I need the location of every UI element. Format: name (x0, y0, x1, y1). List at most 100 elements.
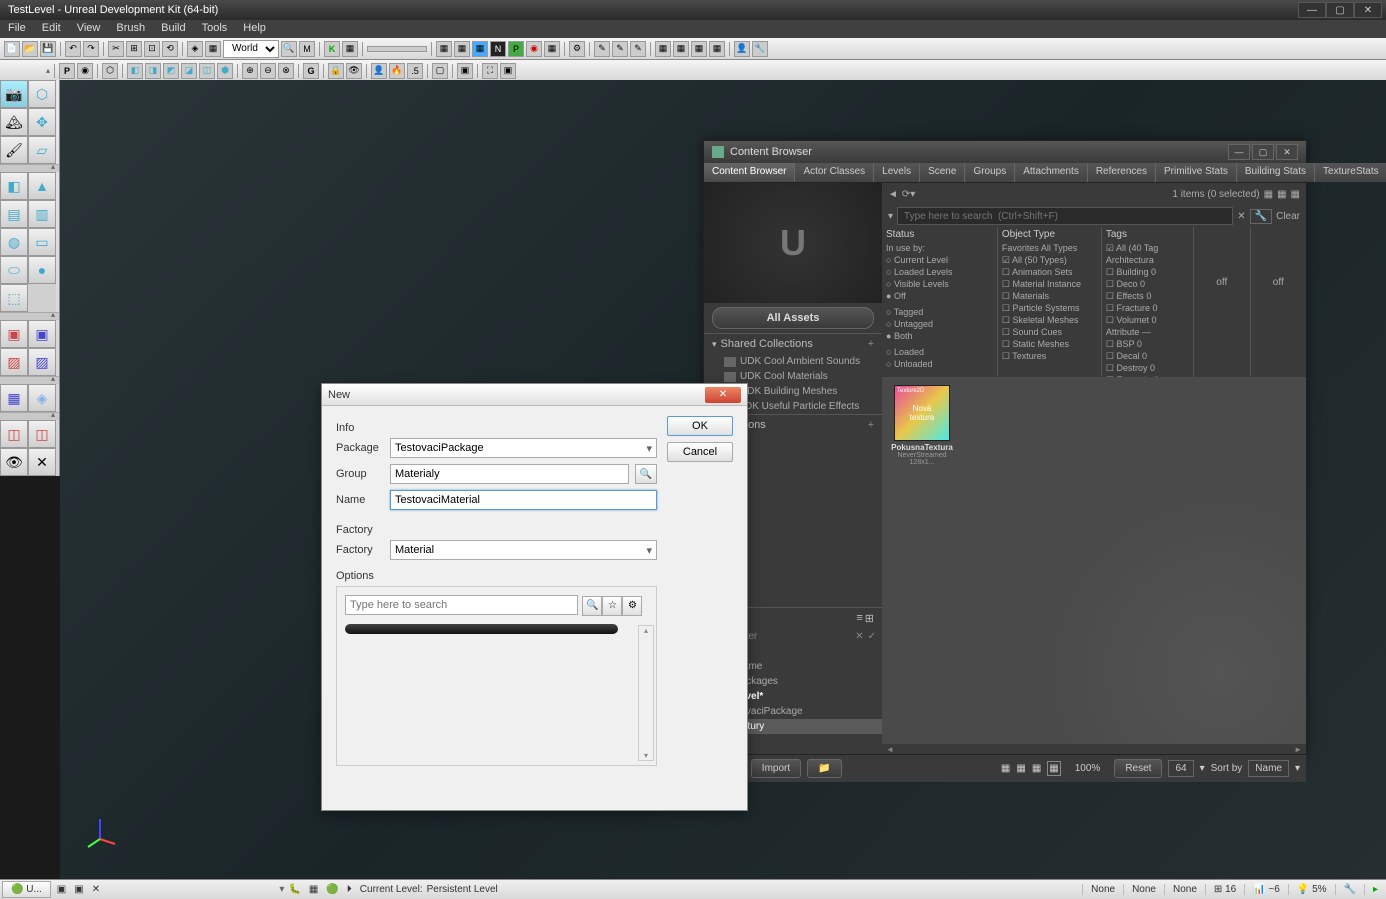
group-input[interactable] (390, 464, 629, 484)
tool-icon[interactable]: ◉ (77, 63, 93, 79)
ok-button[interactable]: OK (667, 416, 733, 436)
close-button[interactable]: ✕ (1354, 2, 1382, 18)
tab-scene[interactable]: Scene (920, 163, 965, 182)
sort-value[interactable]: Name (1248, 760, 1289, 777)
view-icon[interactable]: ▦ (1277, 189, 1286, 200)
filter-row[interactable]: ☐ Volumet 0 (1106, 314, 1189, 326)
filter-row[interactable]: ☐ Particle Systems (1002, 302, 1097, 314)
folder-icon[interactable]: 📁 (807, 759, 841, 778)
tool-icon[interactable]: N (490, 41, 506, 57)
dlg-close-button[interactable]: ✕ (705, 387, 741, 403)
filter-row[interactable]: ☐ Deco 0 (1106, 278, 1189, 290)
tool-icon[interactable]: ✎ (612, 41, 628, 57)
dlg-titlebar[interactable]: New ✕ (322, 384, 747, 406)
cb-search-input[interactable] (897, 207, 1233, 225)
view-icon[interactable]: ▦ (1264, 189, 1273, 200)
tool-icon[interactable]: ⚙ (569, 41, 585, 57)
filter-row[interactable]: ☐ Static Meshes (1002, 338, 1097, 350)
cb-titlebar[interactable]: Content Browser — ▢ ✕ (704, 141, 1306, 163)
shape-icon[interactable]: ◪ (181, 63, 197, 79)
clear-icon[interactable]: ✕ (1237, 211, 1245, 222)
max-icon[interactable]: ⛶ (482, 63, 498, 79)
tool-icon[interactable]: ▦ (709, 41, 725, 57)
minimize-button[interactable]: — (1298, 2, 1326, 18)
menu-tools[interactable]: Tools (194, 20, 236, 38)
filter-row[interactable]: ☐ BSP 0 (1106, 338, 1189, 350)
back-icon[interactable]: ◄ (888, 189, 898, 200)
view-icon[interactable]: ⊞ (865, 612, 874, 625)
brush-icon[interactable]: 🖌 (0, 136, 28, 164)
tool-icon[interactable]: ⊕ (242, 63, 258, 79)
view-mode-icon[interactable]: ▦ (1016, 763, 1025, 774)
cancel-button[interactable]: Cancel (667, 442, 733, 462)
tab-primitive-stats[interactable]: Primitive Stats (1156, 163, 1237, 182)
tool-icon[interactable]: ▦ (673, 41, 689, 57)
tab-levels[interactable]: Levels (874, 163, 920, 182)
thumbnail-size[interactable]: 64 (1168, 760, 1193, 777)
tab-content-browser[interactable]: Content Browser (704, 163, 795, 182)
filter-row[interactable]: ● Off (886, 290, 993, 302)
shared-item[interactable]: UDK Cool Materials (704, 369, 882, 384)
tool-icon[interactable]: ⊞ (126, 41, 142, 57)
tab-building-stats[interactable]: Building Stats (1237, 163, 1315, 182)
kismet-icon[interactable]: K (324, 41, 340, 57)
select-icon[interactable]: ◫ (0, 420, 28, 448)
square-icon[interactable]: ▢ (432, 63, 448, 79)
sub-icon[interactable]: ▣ (28, 320, 56, 348)
csg-cube-icon[interactable]: ◧ (0, 172, 28, 200)
csg-cone-icon[interactable]: ▲ (28, 172, 56, 200)
tool-icon[interactable]: ⊖ (260, 63, 276, 79)
view-icon[interactable]: ≡ (856, 612, 862, 625)
plus-icon[interactable]: + (868, 419, 874, 431)
search-icon[interactable]: 🔍 (582, 596, 602, 616)
cb-minimize-button[interactable]: — (1228, 144, 1250, 160)
slider[interactable] (367, 46, 427, 52)
browse-button[interactable]: 🔍 (635, 464, 657, 484)
add-icon[interactable]: ▣ (0, 320, 28, 348)
shared-item[interactable]: UDK Cool Ambient Sounds (704, 354, 882, 369)
tab-attachments[interactable]: Attachments (1015, 163, 1088, 182)
filter-row[interactable]: ☑ All (50 Types) (1002, 254, 1097, 266)
tool-icon[interactable]: ▦ (205, 41, 221, 57)
config-icon[interactable]: ⚙ (622, 596, 642, 616)
tool-icon[interactable]: ▦ (342, 41, 358, 57)
vol-icon[interactable]: ◈ (28, 384, 56, 412)
menu-file[interactable]: File (0, 20, 34, 38)
tab-actor-classes[interactable]: Actor Classes (795, 163, 874, 182)
import-button[interactable]: Import (751, 759, 801, 778)
filter-row[interactable]: Favorites All Types (1002, 242, 1097, 254)
plus-icon[interactable]: + (868, 338, 874, 350)
lock-icon[interactable]: 🔒 (328, 63, 344, 79)
taskbar-icon[interactable]: ▣ (53, 884, 70, 895)
half-icon[interactable]: .5 (407, 63, 423, 79)
save-icon[interactable]: 💾 (40, 41, 56, 57)
camera-icon[interactable]: 📷 (0, 80, 28, 108)
tool-icon[interactable]: ▦ (544, 41, 560, 57)
chevron-icon[interactable]: ▾ (888, 211, 893, 222)
shape-icon[interactable]: ◨ (145, 63, 161, 79)
filter-row[interactable]: ○ Unloaded (886, 358, 993, 370)
filter-row[interactable]: ☑ All (40 Tag (1106, 242, 1189, 254)
tool-icon[interactable]: ▦ (472, 41, 488, 57)
star-icon[interactable]: ☆ (602, 596, 622, 616)
filter-off[interactable]: off (1198, 277, 1246, 288)
path-icon[interactable]: P (59, 63, 75, 79)
tool-icon[interactable]: M (299, 41, 315, 57)
tool-icon[interactable]: ▦ (436, 41, 452, 57)
csg-sphere-icon[interactable]: ● (28, 256, 56, 284)
coord-space-dropdown[interactable]: World (223, 40, 279, 58)
reset-button[interactable]: Reset (1114, 759, 1162, 778)
status-icon[interactable]: ⏵ (343, 884, 356, 895)
filter-row[interactable]: ○ Loaded (886, 346, 993, 358)
menu-help[interactable]: Help (235, 20, 274, 38)
filter-row[interactable]: ☐ Material Instance (1002, 278, 1097, 290)
tool-icon[interactable]: ▦ (691, 41, 707, 57)
tool-icon[interactable]: ⟲ (162, 41, 178, 57)
view-icon[interactable]: ▦ (1291, 189, 1300, 200)
filter-row[interactable]: ○ Untagged (886, 318, 993, 330)
csg-stair-icon[interactable]: ▤ (0, 200, 28, 228)
filter-off[interactable]: off (1255, 277, 1303, 288)
dropdown-icon[interactable]: ▾ (1295, 763, 1300, 774)
move-icon[interactable]: ✥ (28, 108, 56, 136)
tool-icon[interactable]: ✎ (594, 41, 610, 57)
